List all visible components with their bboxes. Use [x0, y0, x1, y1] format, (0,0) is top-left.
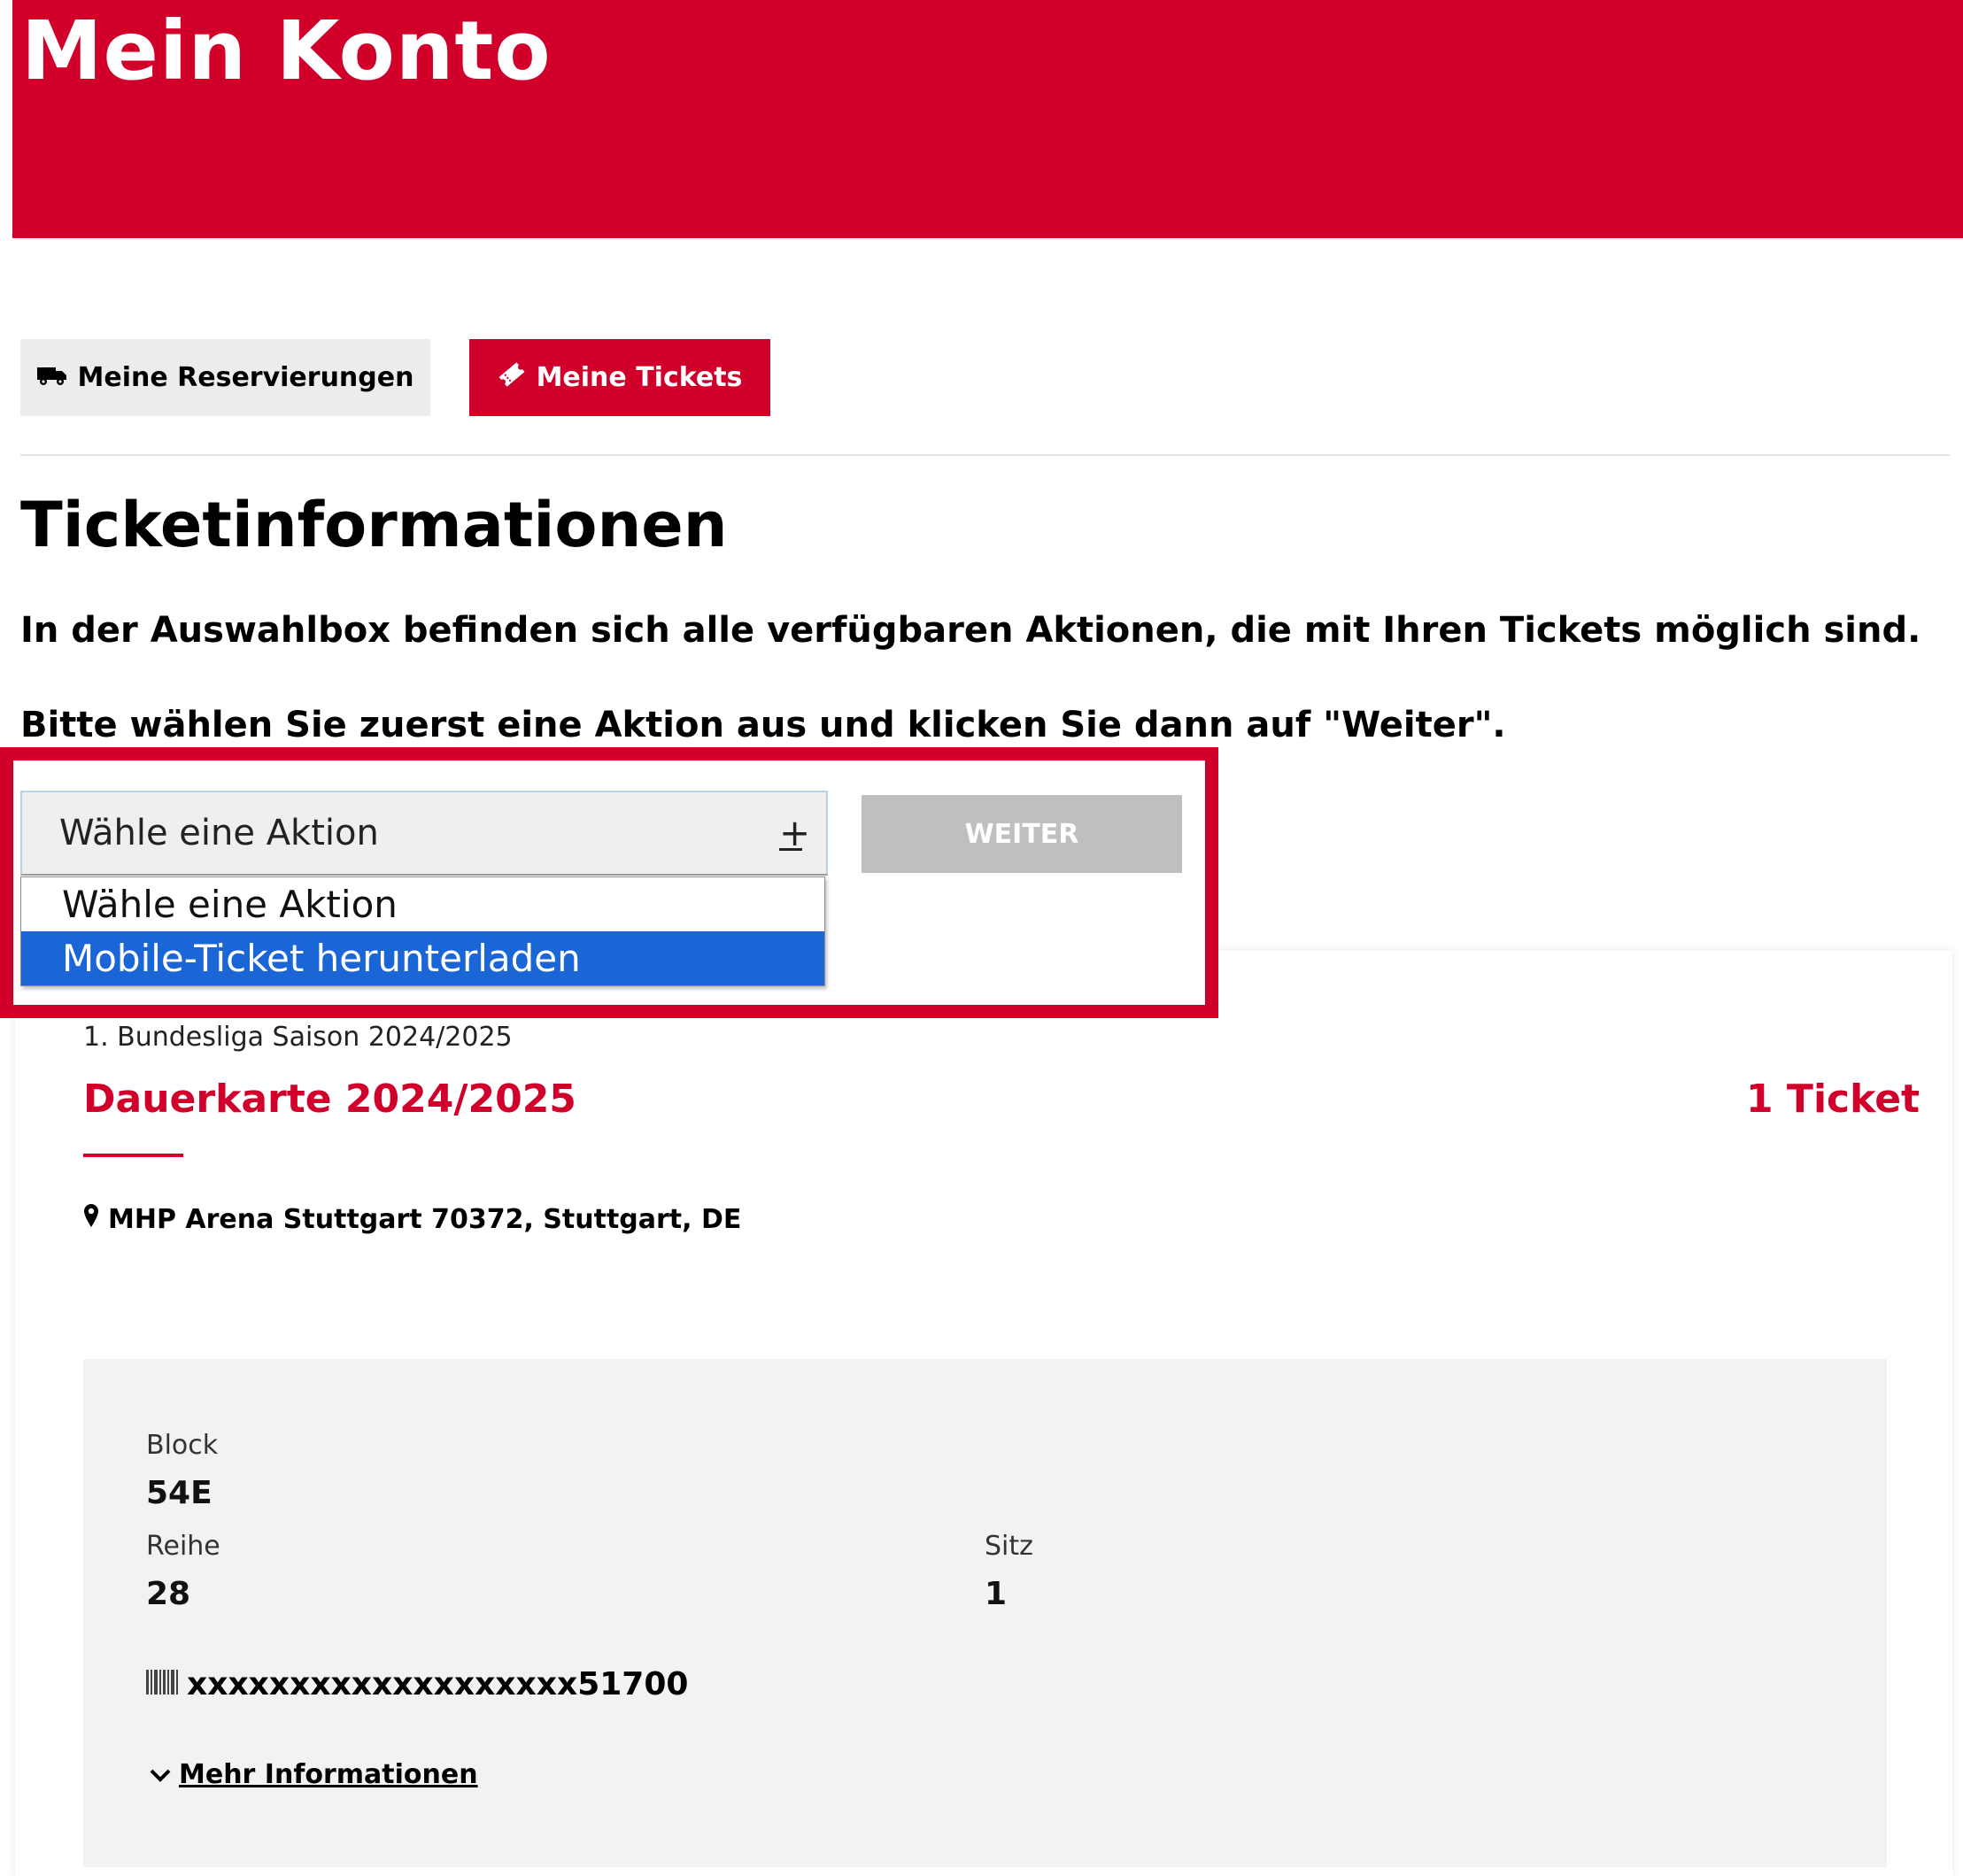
dropdown-option-selected[interactable]: Mobile-Ticket herunterladen [21, 931, 824, 985]
venue-text: MHP Arena Stuttgart 70372, Stuttgart, DE [108, 1204, 742, 1235]
more-info-label: Mehr Informationen [179, 1759, 478, 1790]
dropdown-option[interactable]: Wähle eine Aktion [21, 877, 824, 931]
event-title: Dauerkarte 2024/2025 [83, 1077, 576, 1122]
tab-label: Meine Reservierungen [77, 362, 414, 393]
weiter-button[interactable]: WEITER [862, 795, 1182, 873]
league-name: 1. Bundesliga Saison 2024/2025 [83, 1022, 513, 1053]
plus-minus-icon-bar [779, 848, 802, 851]
weiter-button-label: WEITER [964, 818, 1079, 850]
action-dropdown-list: Wähle eine Aktion Mobile-Ticket herunter… [20, 876, 825, 986]
seat-value: 1 [985, 1576, 1008, 1612]
barcode-number: xxxxxxxxxxxxxxxxxxx51700 [187, 1666, 689, 1702]
tab-meine-tickets[interactable]: Meine Tickets [469, 339, 770, 416]
action-select-value: Wähle eine Aktion [59, 813, 379, 853]
block-value: 54E [146, 1475, 213, 1511]
divider [20, 454, 1950, 456]
intro-text: In der Auswahlbox befinden sich alle ver… [20, 610, 1921, 651]
tab-label: Meine Tickets [536, 362, 743, 393]
ticket-icon [498, 361, 537, 395]
chevron-down-icon [149, 1759, 179, 1790]
map-marker-icon [83, 1202, 108, 1238]
seat-label: Sitz [985, 1531, 1033, 1562]
venue: MHP Arena Stuttgart 70372, Stuttgart, DE [83, 1202, 741, 1238]
row-label: Reihe [146, 1531, 220, 1562]
action-select[interactable]: Wähle eine Aktion [20, 791, 828, 876]
barcode-row: xxxxxxxxxxxxxxxxxxx51700 [146, 1666, 688, 1702]
ticket-count: 1 Ticket [1746, 1077, 1920, 1122]
block-label: Block [146, 1430, 219, 1461]
page-header-title: Mein Konto [21, 4, 552, 98]
title-underline [83, 1154, 183, 1157]
row-value: 28 [146, 1576, 191, 1612]
instruction-text: Bitte wählen Sie zuerst eine Aktion aus … [20, 705, 1506, 745]
more-info-link[interactable]: Mehr Informationen [149, 1759, 478, 1790]
barcode-icon [146, 1666, 187, 1702]
page-title: Ticketinformationen [20, 489, 728, 561]
tab-meine-reservierungen[interactable]: Meine Reservierungen [20, 339, 430, 416]
truck-icon [36, 362, 78, 393]
